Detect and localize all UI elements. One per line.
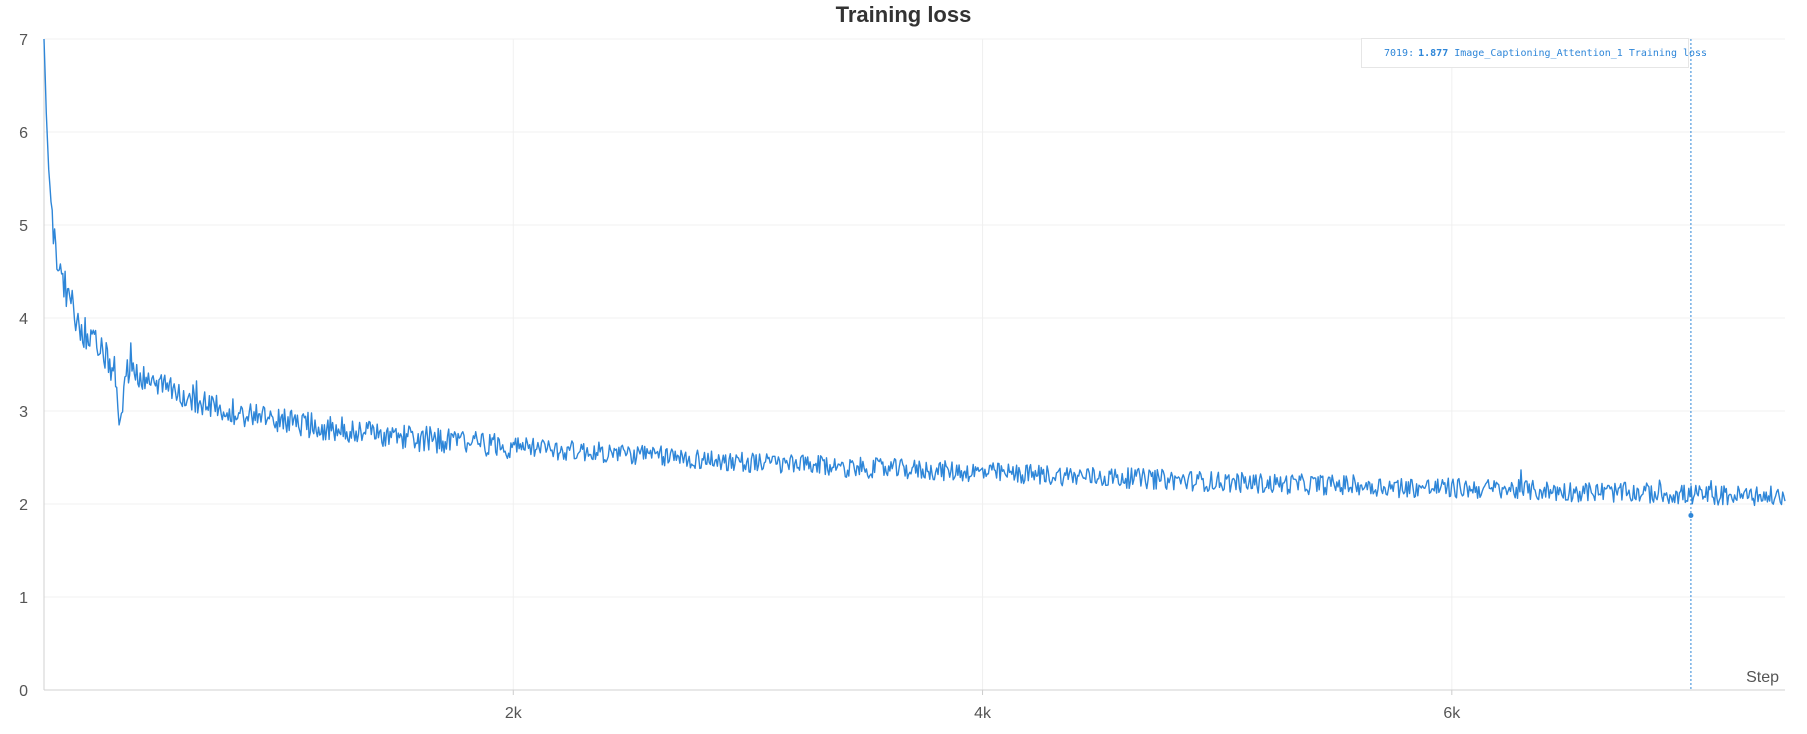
hover-layer xyxy=(1688,39,1694,690)
x-tick-label: 4k xyxy=(974,705,992,722)
y-tick-label: 1 xyxy=(19,590,28,607)
x-tick-label: 6k xyxy=(1443,705,1461,722)
y-tick-label: 4 xyxy=(19,311,28,328)
y-tick-label: 7 xyxy=(19,32,28,49)
chart-plot[interactable]: 0 1 2 3 4 5 6 7 2k 4k 6k Step xyxy=(0,0,1807,734)
hover-point xyxy=(1688,512,1694,518)
y-tick-label: 0 xyxy=(19,683,28,700)
grid xyxy=(44,38,1785,690)
y-tick-label: 5 xyxy=(19,218,28,235)
series-layer xyxy=(43,38,1786,507)
axes: 0 1 2 3 4 5 6 7 2k 4k 6k Step xyxy=(19,32,1785,722)
chart-panel: Training loss 0 1 2 3 4 5 6 7 2k 4k 6k Step 7019: 1… xyxy=(0,0,1807,734)
y-tick-label: 3 xyxy=(19,404,28,421)
y-tick-label: 2 xyxy=(19,497,28,514)
y-tick-label: 6 xyxy=(19,125,28,142)
legend-label: Image_Captioning_Attention_1 Training lo… xyxy=(1454,47,1708,59)
hover-legend: 7019: 1.877 Image_Captioning_Attention_1… xyxy=(1361,38,1707,68)
series-line xyxy=(43,38,1786,507)
legend-step: 7019: xyxy=(1384,47,1415,59)
x-tick-label: 2k xyxy=(505,705,523,722)
x-axis-label: Step xyxy=(1746,669,1779,686)
legend-value: 1.877 xyxy=(1418,47,1449,59)
